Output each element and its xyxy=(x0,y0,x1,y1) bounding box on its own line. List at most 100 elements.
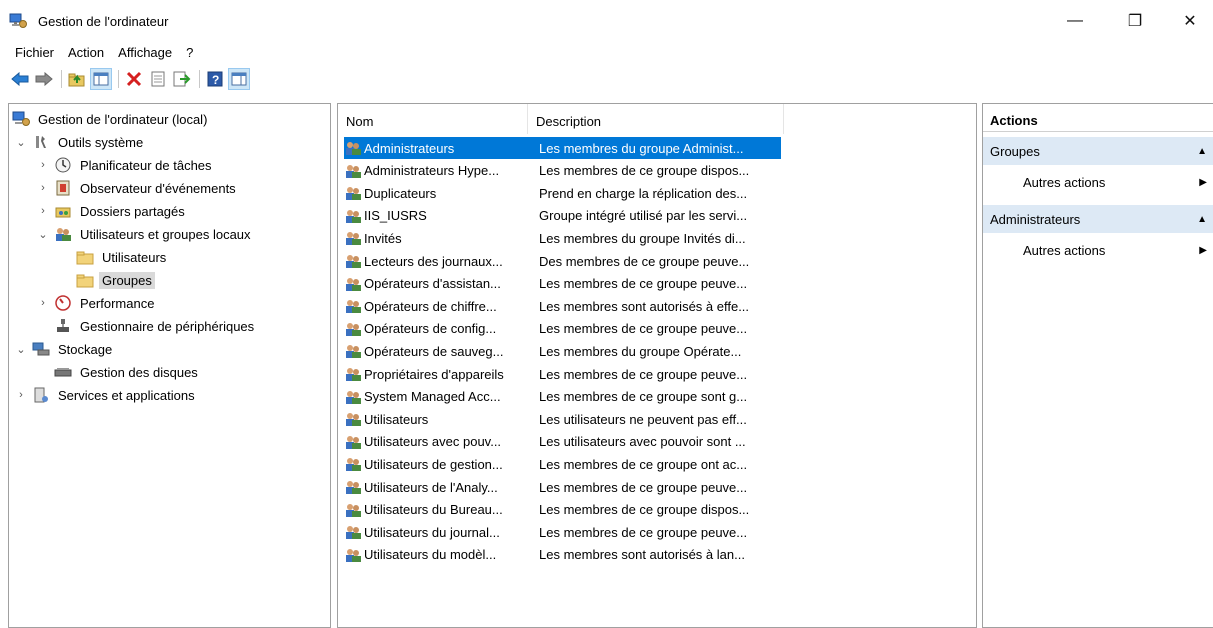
group-name: Utilisateurs du journal... xyxy=(364,524,500,540)
action-autres-actions[interactable]: Autres actions ▶ xyxy=(983,169,1213,195)
action-autres-actions[interactable]: Autres actions ▶ xyxy=(983,237,1213,263)
tree-item-gestion-disques[interactable]: Gestion des disques xyxy=(54,361,201,383)
export-icon[interactable] xyxy=(171,68,193,90)
forward-arrow-icon[interactable] xyxy=(33,68,55,90)
list-item[interactable]: Opérateurs de config... Les membres de ce… xyxy=(344,318,781,340)
tree-item-label: Outils système xyxy=(58,134,144,150)
group-description: Les membres de ce groupe ont ac... xyxy=(539,456,748,472)
menu-fichier[interactable]: Fichier xyxy=(8,45,61,60)
tree-item-label: Performance xyxy=(80,295,155,311)
show-tree-icon[interactable] xyxy=(90,68,112,90)
tree-item-planificateur[interactable]: › Planificateur de tâches xyxy=(36,154,215,176)
collapse-up-icon[interactable]: ▲ xyxy=(1197,214,1207,225)
actions-section-administrateurs[interactable]: Administrateurs ▲ xyxy=(983,205,1213,233)
column-header-name[interactable]: Nom xyxy=(338,104,528,134)
group-name: Administrateurs Hype... xyxy=(364,163,500,179)
group-icon xyxy=(344,253,362,269)
chevron-down-icon[interactable]: ⌄ xyxy=(36,228,50,241)
tree-item-dossiers-partages[interactable]: › Dossiers partagés xyxy=(36,200,188,222)
menu-help[interactable]: ? xyxy=(179,45,200,60)
list-item[interactable]: Utilisateurs avec pouv... Les utilisateur… xyxy=(344,431,781,453)
group-icon xyxy=(344,140,362,156)
list-item[interactable]: System Managed Acc... Les membres de ce g… xyxy=(344,386,781,408)
chevron-right-icon[interactable]: › xyxy=(36,182,50,194)
maximize-button[interactable]: ❐ xyxy=(1117,8,1153,34)
group-icon xyxy=(344,502,362,518)
list-item[interactable]: Utilisateurs de l'Analy... Les membres de… xyxy=(344,476,781,498)
minimize-button[interactable]: — xyxy=(1057,8,1093,34)
group-name: Utilisateurs de gestion... xyxy=(364,456,503,472)
tree-item-label: Gestion des disques xyxy=(80,364,198,380)
tree-item-stockage[interactable]: ⌄ Stockage xyxy=(14,338,115,360)
tree-item-groupes[interactable]: Groupes xyxy=(76,269,155,291)
list-item[interactable]: Lecteurs des journaux... Des membres de c… xyxy=(344,250,781,272)
chevron-right-icon[interactable]: › xyxy=(36,159,50,171)
tree-item-utilisateurs[interactable]: Utilisateurs xyxy=(76,246,169,268)
group-icon xyxy=(344,276,362,292)
toolbar-separator xyxy=(199,70,200,88)
group-icon xyxy=(344,389,362,405)
group-description: Les membres de ce groupe peuve... xyxy=(539,276,748,292)
tree-item-outils-systeme[interactable]: ⌄ Outils système xyxy=(14,131,146,153)
group-icon xyxy=(344,524,362,540)
group-icon xyxy=(344,456,362,472)
users-groups-icon xyxy=(54,226,72,242)
svg-text:?: ? xyxy=(212,73,219,87)
list-item[interactable]: Administrateurs Hype... Les membres de ce… xyxy=(344,160,781,182)
properties-icon[interactable] xyxy=(147,68,169,90)
tree-item-label: Groupes xyxy=(99,271,155,289)
help-icon[interactable]: ? xyxy=(204,68,226,90)
chevron-right-icon[interactable]: › xyxy=(36,297,50,309)
actions-pane: Actions Groupes ▲ Autres actions ▶ Admin… xyxy=(982,103,1213,628)
collapse-up-icon[interactable]: ▲ xyxy=(1197,146,1207,157)
list-item[interactable]: Utilisateurs du modèl... Les membres sont… xyxy=(344,544,781,566)
group-description: Les membres de ce groupe peuve... xyxy=(539,366,748,382)
tree-item-utilisateurs-groupes[interactable]: ⌄ Utilisateurs et groupes locaux xyxy=(36,223,254,245)
submenu-arrow-icon: ▶ xyxy=(1199,176,1207,188)
group-icon xyxy=(344,208,362,224)
chevron-down-icon[interactable]: ⌄ xyxy=(14,136,28,149)
back-arrow-icon[interactable] xyxy=(9,68,31,90)
list-item[interactable]: Invités Les membres du groupe Invités di.… xyxy=(344,227,781,249)
group-name: Opérateurs d'assistan... xyxy=(364,276,501,292)
up-folder-icon[interactable] xyxy=(66,68,88,90)
tree-item-gestionnaire-peripheriques[interactable]: Gestionnaire de périphériques xyxy=(54,315,257,337)
tree-item-services-applications[interactable]: › Services et applications xyxy=(14,384,198,406)
list-item[interactable]: Utilisateurs du Bureau... Les membres de … xyxy=(344,499,781,521)
device-manager-icon xyxy=(54,318,72,334)
chevron-right-icon[interactable]: › xyxy=(36,205,50,217)
delete-icon[interactable] xyxy=(123,68,145,90)
group-description: Les utilisateurs avec pouvoir sont ... xyxy=(539,434,746,450)
action-label: Autres actions xyxy=(1023,242,1106,258)
list-item[interactable]: Administrateurs Les membres du groupe Adm… xyxy=(344,137,781,159)
group-name: Lecteurs des journaux... xyxy=(364,253,503,269)
chevron-right-icon[interactable]: › xyxy=(14,389,28,401)
group-icon xyxy=(344,163,362,179)
list-item[interactable]: IIS_IUSRS Groupe intégré utilisé par les … xyxy=(344,205,781,227)
action-pane-icon[interactable] xyxy=(228,68,250,90)
group-description: Prend en charge la réplication des... xyxy=(539,185,748,201)
list-item[interactable]: Utilisateurs du journal... Les membres de… xyxy=(344,521,781,543)
actions-section-groupes[interactable]: Groupes ▲ xyxy=(983,137,1213,165)
column-header-description[interactable]: Description xyxy=(528,104,784,134)
list-item[interactable]: Opérateurs d'assistan... Les membres de c… xyxy=(344,273,781,295)
list-item[interactable]: Propriétaires d'appareils Les membres de … xyxy=(344,363,781,385)
menu-action[interactable]: Action xyxy=(61,45,111,60)
tree-item-label: Utilisateurs xyxy=(102,249,167,265)
tree-item-performance[interactable]: › Performance xyxy=(36,292,157,314)
list-item[interactable]: Opérateurs de chiffre... Les membres sont… xyxy=(344,295,781,317)
list-item[interactable]: Utilisateurs Les utilisateurs ne peuvent … xyxy=(344,408,781,430)
group-icon xyxy=(344,366,362,382)
list-item[interactable]: Duplicateurs Prend en charge la réplicati… xyxy=(344,182,781,204)
group-icon xyxy=(344,411,362,427)
list-item[interactable]: Opérateurs de sauveg... Les membres du gr… xyxy=(344,340,781,362)
group-name: Utilisateurs xyxy=(364,411,429,427)
menu-affichage[interactable]: Affichage xyxy=(111,45,179,60)
tree-item-computer-management[interactable]: Gestion de l'ordinateur (local) xyxy=(12,108,210,130)
tree-item-label: Dossiers partagés xyxy=(80,203,185,219)
close-button[interactable]: ✕ xyxy=(1172,8,1208,34)
list-item[interactable]: Utilisateurs de gestion... Les membres de… xyxy=(344,453,781,475)
group-icon xyxy=(344,547,362,563)
tree-item-observateur[interactable]: › Observateur d'événements xyxy=(36,177,239,199)
chevron-down-icon[interactable]: ⌄ xyxy=(14,343,28,356)
